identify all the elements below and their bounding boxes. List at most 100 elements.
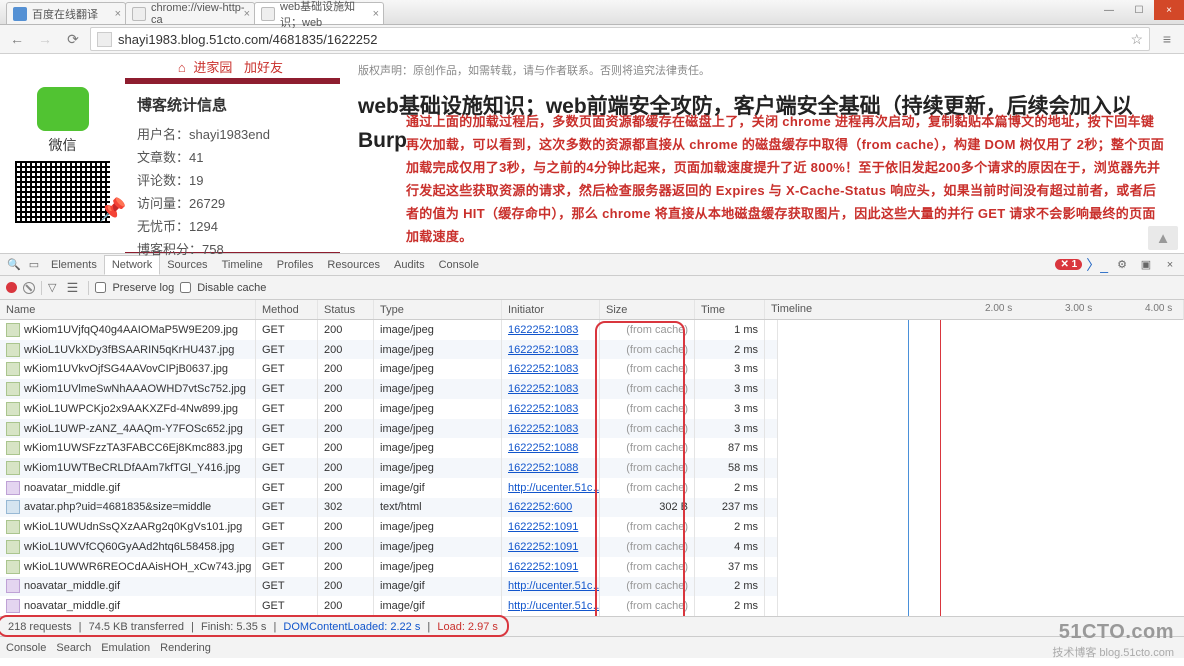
- table-row[interactable]: wKioL1UWWR6REOCdAAisHOH_xCw743.jpgGET200…: [0, 557, 778, 577]
- window-close[interactable]: ×: [1154, 0, 1184, 20]
- table-row[interactable]: wKiom1UVkvOjfSG4AAVovCIPjB0637.jpgGET200…: [0, 359, 778, 379]
- record-icon[interactable]: [6, 282, 17, 293]
- col-method[interactable]: Method: [256, 300, 318, 319]
- table-row[interactable]: noavatar_middle.gifGET200image/gifhttp:/…: [0, 478, 778, 498]
- table-row[interactable]: wKiom1UWTBeCRLDfAAm7kfTGl_Y416.jpgGET200…: [0, 458, 778, 478]
- col-size[interactable]: Size: [600, 300, 695, 319]
- devtools-tab-console[interactable]: Console: [432, 256, 486, 274]
- bookmark-icon[interactable]: ☆: [1130, 31, 1143, 48]
- file-name: noavatar_middle.gif: [24, 482, 120, 494]
- initiator-link[interactable]: http://ucenter.51c…: [508, 482, 600, 494]
- close-icon[interactable]: ×: [115, 8, 121, 20]
- table-row[interactable]: wKioL1UWP-zANZ_4AAQm-Y7FOSc652.jpgGET200…: [0, 419, 778, 439]
- time: 3 ms: [695, 379, 765, 399]
- initiator-link[interactable]: 1622252:1083: [508, 383, 578, 395]
- initiator-link[interactable]: 1622252:1083: [508, 324, 578, 336]
- window-minimize[interactable]: —: [1094, 0, 1124, 20]
- error-count-icon[interactable]: ✕ 1: [1055, 259, 1082, 270]
- table-row[interactable]: noavatar_middle.gifGET200image/gifhttp:/…: [0, 596, 778, 616]
- timeline-tick: 2.00 s: [985, 303, 1012, 314]
- col-name[interactable]: Name: [0, 300, 256, 319]
- table-row[interactable]: noavatar_middle.gifGET200image/gifhttp:/…: [0, 577, 778, 597]
- address-input[interactable]: shayi1983.blog.51cto.com/4681835/1622252…: [90, 27, 1150, 51]
- reload-icon[interactable]: ⟳: [62, 28, 84, 50]
- disable-cache-checkbox[interactable]: [180, 282, 191, 293]
- table-row[interactable]: wKioL1UVkXDy3fBSAARIN5qKrHU437.jpgGET200…: [0, 340, 778, 360]
- initiator-link[interactable]: 1622252:1083: [508, 423, 578, 435]
- browser-tab-2[interactable]: chrome://view-http-ca×: [125, 2, 255, 24]
- window-maximize[interactable]: ☐: [1124, 0, 1154, 20]
- timeline-cell: [765, 419, 778, 439]
- size: (from cache): [600, 517, 695, 537]
- col-initiator[interactable]: Initiator: [502, 300, 600, 319]
- file-icon: [6, 579, 20, 593]
- menu-icon[interactable]: ≡: [1156, 28, 1178, 50]
- table-row[interactable]: wKioL1UWPCKjo2x9AAKXZFd-4Nw899.jpgGET200…: [0, 399, 778, 419]
- drawer-tab-search[interactable]: Search: [56, 642, 91, 654]
- dock-icon[interactable]: ▣: [1137, 256, 1155, 274]
- add-friend-link[interactable]: 加好友: [244, 60, 283, 75]
- preserve-log-checkbox[interactable]: [95, 282, 106, 293]
- initiator-link[interactable]: 1622252:1083: [508, 344, 578, 356]
- col-status[interactable]: Status: [318, 300, 374, 319]
- close-icon[interactable]: ×: [373, 8, 379, 20]
- size: (from cache): [600, 419, 695, 439]
- table-row[interactable]: wKiom1UVlmeSwNhAAAOWHD7vtSc752.jpgGET200…: [0, 379, 778, 399]
- browser-tab-1[interactable]: 百度在线翻译×: [6, 2, 126, 24]
- stat-value: shayi1983end: [189, 127, 270, 142]
- pin-icon: 📌: [99, 197, 126, 223]
- file-icon: [6, 520, 20, 534]
- webpage-content: 微信 📌 ⌂ 进家园 加好友 博客统计信息 用户名：shayi1983end 文…: [0, 54, 1184, 253]
- initiator-link[interactable]: 1622252:1088: [508, 462, 578, 474]
- transferred-size: 74.5 KB transferred: [89, 621, 184, 633]
- table-row[interactable]: wKiom1UVjfqQ40g4AAIOMaP5W9E209.jpgGET200…: [0, 320, 778, 340]
- col-timeline[interactable]: Timeline 2.00 s3.00 s4.00 s5.00 s: [765, 300, 1184, 320]
- table-row[interactable]: avatar.php?uid=4681835&size=middleGET302…: [0, 498, 778, 518]
- initiator-link[interactable]: http://ucenter.51c…: [508, 580, 600, 592]
- view-icon[interactable]: ☰: [63, 279, 81, 297]
- col-type[interactable]: Type: [374, 300, 502, 319]
- initiator-link[interactable]: 1622252:1088: [508, 442, 578, 454]
- close-icon[interactable]: ×: [244, 8, 250, 20]
- home-link[interactable]: 进家园: [193, 60, 232, 75]
- device-icon[interactable]: ▭: [25, 256, 43, 274]
- settings-icon[interactable]: ⚙: [1113, 256, 1131, 274]
- filter-icon[interactable]: ▽: [48, 281, 56, 294]
- drawer-toggle-icon[interactable]: 〉_: [1086, 255, 1108, 275]
- method: GET: [256, 399, 318, 419]
- drawer-tab-console[interactable]: Console: [6, 642, 46, 654]
- size: 302 B: [600, 498, 695, 518]
- drawer-tab-emulation[interactable]: Emulation: [101, 642, 150, 654]
- initiator-link[interactable]: 1622252:1083: [508, 363, 578, 375]
- initiator-link[interactable]: 1622252:600: [508, 501, 572, 513]
- close-devtools-icon[interactable]: ×: [1161, 256, 1179, 274]
- mime-type: image/jpeg: [374, 458, 502, 478]
- devtools-tab-audits[interactable]: Audits: [387, 256, 432, 274]
- devtools-tab-elements[interactable]: Elements: [44, 256, 104, 274]
- tab-label: chrome://view-http-ca: [151, 2, 248, 26]
- initiator-link[interactable]: 1622252:1083: [508, 403, 578, 415]
- back-icon[interactable]: ←: [6, 28, 28, 50]
- file-icon: [6, 481, 20, 495]
- initiator-link[interactable]: http://ucenter.51c…: [508, 600, 600, 612]
- mime-type: image/jpeg: [374, 359, 502, 379]
- watermark: 51CTO.com 技术博客 blog.51cto.com: [1052, 621, 1174, 660]
- stat-label: 评论数：: [137, 173, 189, 188]
- status-code: 200: [318, 537, 374, 557]
- forward-icon[interactable]: →: [34, 28, 56, 50]
- initiator-link[interactable]: 1622252:1091: [508, 541, 578, 553]
- back-to-top-icon[interactable]: ▲: [1148, 226, 1178, 250]
- file-name: wKiom1UVkvOjfSG4AAVovCIPjB0637.jpg: [24, 363, 228, 375]
- initiator-link[interactable]: 1622252:1091: [508, 561, 578, 573]
- browser-tab-3[interactable]: web基础设施知识；web×: [254, 2, 384, 24]
- drawer-tab-rendering[interactable]: Rendering: [160, 642, 211, 654]
- initiator-link[interactable]: 1622252:1091: [508, 521, 578, 533]
- table-row[interactable]: wKiom1UWSFzzTA3FABCC6Ej8Kmc883.jpgGET200…: [0, 438, 778, 458]
- method: GET: [256, 577, 318, 597]
- table-row[interactable]: wKioL1UWUdnSsQXzAARg2q0KgVs101.jpgGET200…: [0, 517, 778, 537]
- col-time[interactable]: Time: [695, 300, 765, 319]
- table-row[interactable]: wKioL1UWVfCQ60GyAAd2htq6L58458.jpgGET200…: [0, 537, 778, 557]
- inspect-icon[interactable]: 🔍: [5, 256, 23, 274]
- status-code: 200: [318, 340, 374, 360]
- clear-icon[interactable]: [23, 282, 35, 294]
